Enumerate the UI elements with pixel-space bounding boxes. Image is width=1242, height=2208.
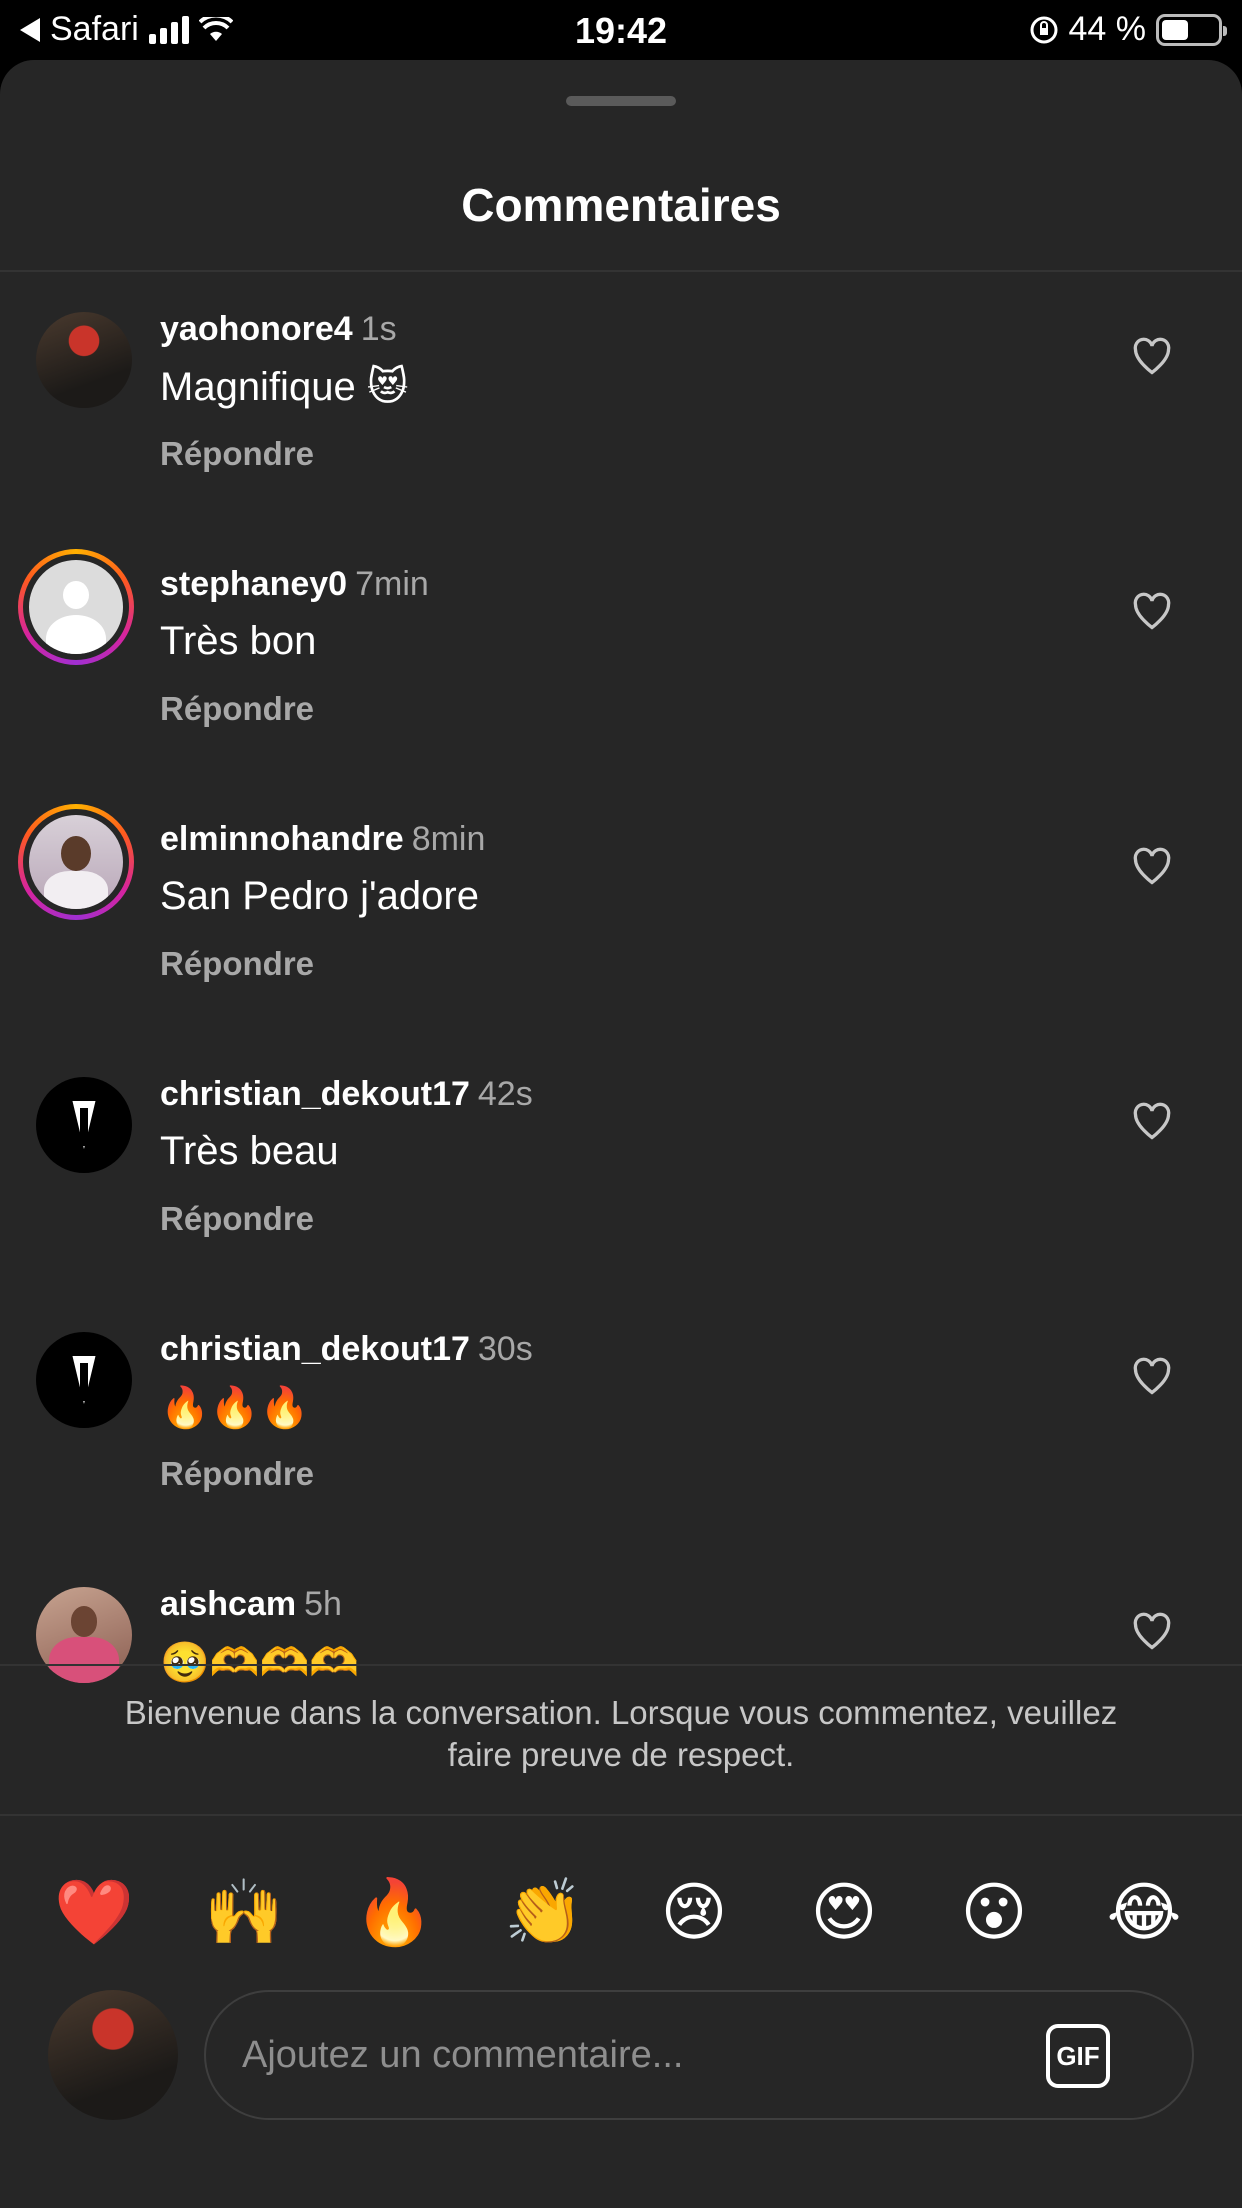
comment-item: christian_dekout17 42s Très beau Répondre (0, 1037, 1242, 1292)
comments-list[interactable]: yaohonore4 1s Magnifique 😻 Répondre steph… (0, 272, 1242, 1724)
heart-emoji-button[interactable]: ❤️ (44, 1862, 144, 1962)
comment-username[interactable]: stephaney0 (160, 565, 347, 603)
gif-button[interactable]: GIF (1046, 2024, 1110, 2088)
reply-button[interactable]: Répondre (160, 1455, 314, 1493)
comment-time: 1s (360, 310, 397, 348)
sheet-title: Commentaires (461, 179, 781, 231)
comment-item: elminnohandre 8min San Pedro j'adore Répo… (0, 782, 1242, 1037)
crying-emoji-button[interactable]: 😢 (644, 1862, 744, 1962)
orientation-lock-icon (1030, 16, 1057, 43)
avatar[interactable] (36, 312, 132, 408)
comment-text: San Pedro j'adore (160, 874, 479, 918)
welcome-notice: Bienvenue dans la conversation. Lorsque … (124, 1694, 1118, 1773)
comment-input-box[interactable]: GIF (204, 1990, 1194, 2120)
battery-icon (1156, 13, 1227, 46)
comment-time: 8min (411, 820, 486, 858)
avatar[interactable] (36, 1077, 132, 1173)
reply-button[interactable]: Répondre (160, 690, 314, 728)
comment-username[interactable]: yaohonore4 (160, 310, 353, 348)
comment-time: 30s (477, 1330, 533, 1368)
heart-icon[interactable] (1130, 1099, 1174, 1143)
reply-button[interactable]: Répondre (160, 435, 314, 473)
avatar[interactable] (36, 1587, 132, 1683)
comment-text: 🥹🫶🫶🫶 (160, 1641, 360, 1685)
clapping-emoji-button[interactable]: 👏 (494, 1862, 594, 1962)
comment-text: 🔥🔥🔥 (160, 1386, 310, 1430)
raising-hands-emoji-button[interactable]: 🙌 (194, 1862, 294, 1962)
status-bar: Safari 19:42 44 % (0, 0, 1242, 62)
comment-username[interactable]: elminnohandre (160, 820, 404, 858)
comment-text: Très bon (160, 619, 317, 663)
battery-percent: 44 % (1068, 10, 1147, 48)
comment-text: Magnifique 😻 (160, 365, 409, 409)
divider (0, 1664, 1242, 1666)
quick-emoji-bar: ❤️ 🙌 🔥 👏 😢 😍 😮 😂 (0, 1862, 1242, 1962)
divider (0, 1814, 1242, 1816)
laughing-emoji-button[interactable]: 😂 (1094, 1862, 1194, 1962)
comment-time: 7min (355, 565, 429, 603)
heart-eyes-emoji-button[interactable]: 😍 (794, 1862, 894, 1962)
comment-username[interactable]: christian_dekout17 (160, 1330, 470, 1368)
reply-button[interactable]: Répondre (160, 945, 314, 983)
comment-username[interactable]: christian_dekout17 (160, 1075, 470, 1113)
comment-item: christian_dekout17 30s 🔥🔥🔥 Répondre (0, 1292, 1242, 1547)
heart-icon[interactable] (1130, 844, 1174, 888)
heart-icon[interactable] (1130, 1609, 1174, 1653)
reply-button[interactable]: Répondre (160, 1200, 314, 1238)
comment-time: 42s (477, 1075, 533, 1113)
avatar[interactable] (18, 804, 134, 920)
heart-icon[interactable] (1130, 1354, 1174, 1398)
sheet-grabber[interactable] (566, 96, 676, 106)
comment-item: yaohonore4 1s Magnifique 😻 Répondre (0, 272, 1242, 527)
heart-icon[interactable] (1130, 334, 1174, 378)
avatar (48, 1990, 178, 2120)
surprised-emoji-button[interactable]: 😮 (944, 1862, 1044, 1962)
comment-username[interactable]: aishcam (160, 1585, 296, 1623)
comment-item: stephaney0 7min Très bon Répondre (0, 527, 1242, 782)
avatar[interactable] (36, 1332, 132, 1428)
comment-time: 5h (304, 1585, 342, 1623)
fire-emoji-button[interactable]: 🔥 (344, 1862, 444, 1962)
comment-text: Très beau (160, 1129, 339, 1173)
comment-composer: GIF (0, 1990, 1242, 2140)
heart-icon[interactable] (1130, 589, 1174, 633)
avatar[interactable] (18, 549, 134, 665)
comment-input[interactable] (242, 1992, 1022, 2118)
